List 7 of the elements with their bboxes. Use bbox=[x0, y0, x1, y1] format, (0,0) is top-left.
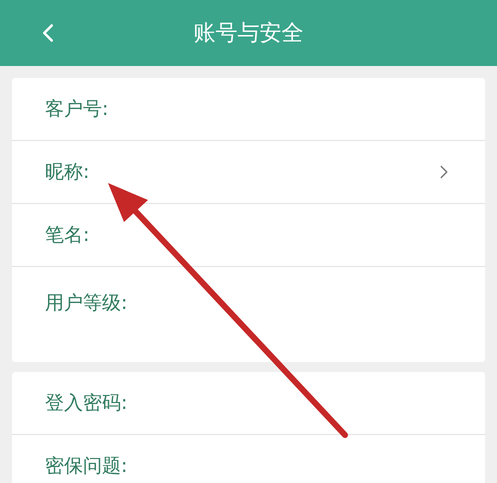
row-label: 用户等级: bbox=[45, 291, 128, 316]
row-label: 密保问题: bbox=[45, 454, 128, 480]
row-label: 客户号: bbox=[45, 96, 110, 122]
page-title: 账号与安全 bbox=[194, 20, 304, 48]
row-label: 登入密码: bbox=[45, 390, 128, 416]
row-label: 笔名: bbox=[45, 222, 90, 248]
row-label: 昵称: bbox=[45, 160, 90, 185]
